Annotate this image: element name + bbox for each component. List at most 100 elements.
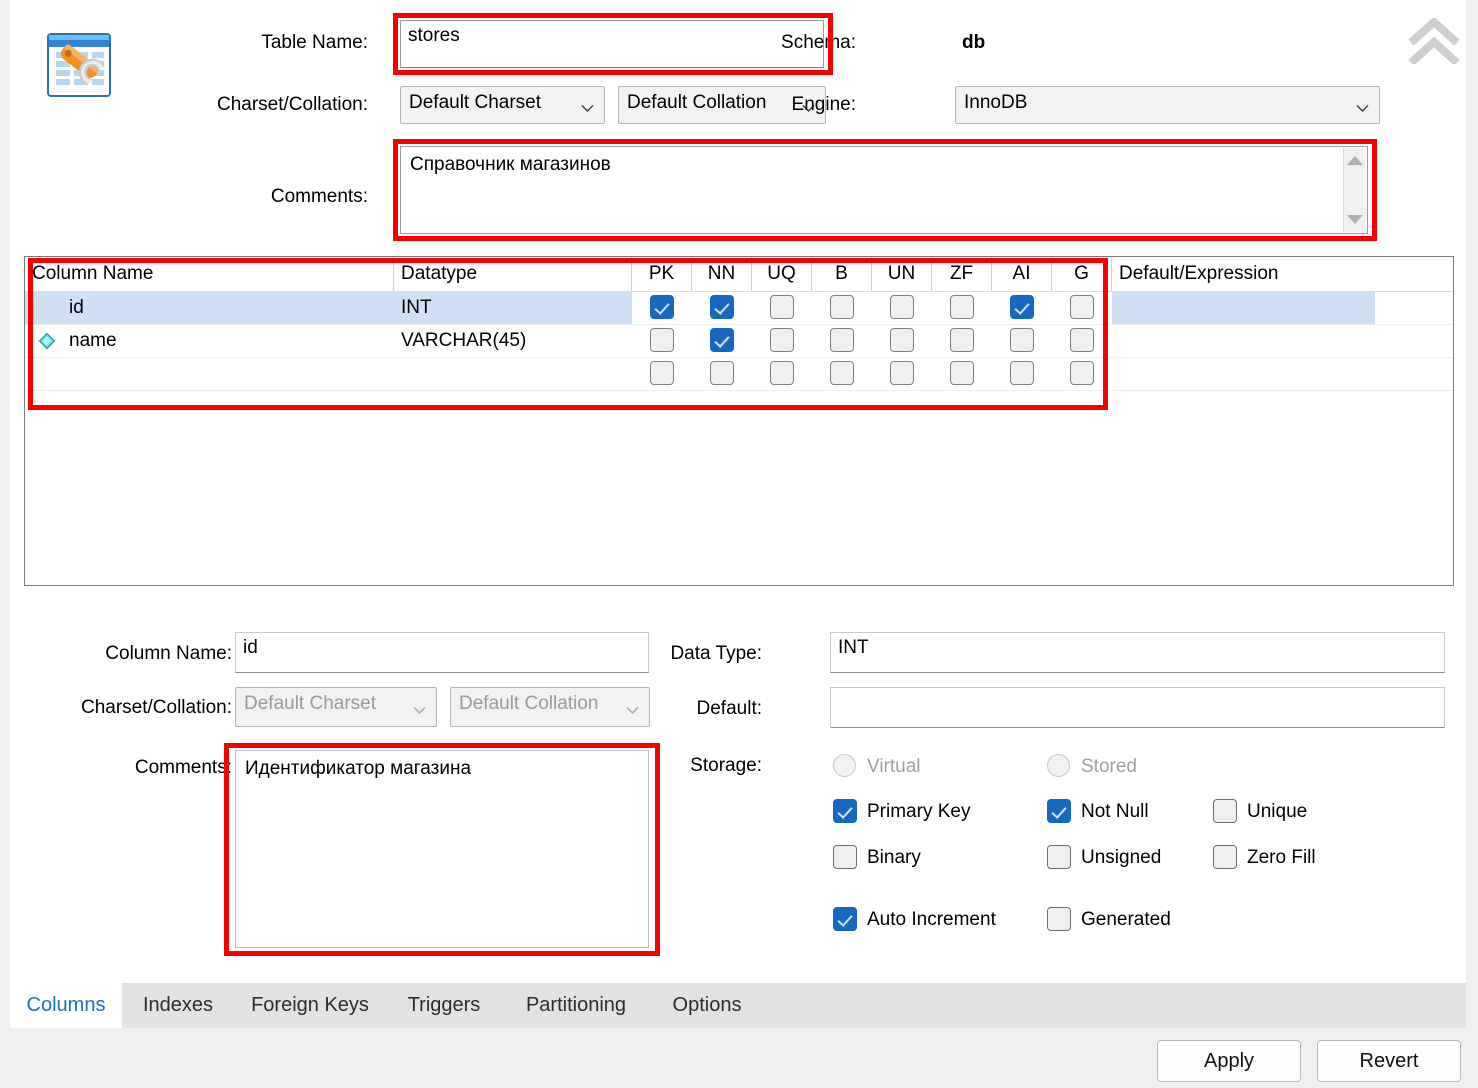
row-zf-checkbox[interactable] [950, 361, 974, 385]
grid-header-nn[interactable]: NN [692, 257, 752, 291]
grid-header-zf[interactable]: ZF [932, 257, 992, 291]
row-uq-checkbox[interactable] [770, 328, 794, 352]
row-g-checkbox[interactable] [1070, 361, 1094, 385]
row-ai-checkbox[interactable] [1010, 361, 1034, 385]
row-g-checkbox[interactable] [1070, 295, 1094, 319]
row-pk-cell[interactable] [632, 324, 692, 357]
row-nn-cell[interactable] [692, 291, 752, 324]
row-b-cell[interactable] [812, 357, 872, 390]
not-null-checkbox[interactable] [1047, 799, 1071, 823]
unsigned-checkbox[interactable] [1047, 845, 1071, 869]
auto-increment-checkbox[interactable] [833, 907, 857, 931]
grid-header-default-expression[interactable]: Default/Expression [1112, 257, 1453, 291]
table-comments-scrollbar[interactable] [1343, 148, 1366, 232]
row-un-cell[interactable] [872, 291, 932, 324]
tab-partitioning[interactable]: Partitioning [502, 983, 650, 1028]
row-g-cell[interactable] [1052, 324, 1112, 357]
row-default-expression[interactable] [1112, 291, 1375, 324]
storage-stored-radio[interactable] [1047, 754, 1070, 777]
row-uq-checkbox[interactable] [770, 361, 794, 385]
row-ai-cell[interactable] [992, 324, 1052, 357]
row-uq-checkbox[interactable] [770, 295, 794, 319]
tab-options[interactable]: Options [650, 983, 764, 1028]
detail-data-type-input[interactable]: INT [830, 632, 1445, 673]
row-default-expression[interactable] [1112, 357, 1375, 390]
table-row[interactable]: id INT [25, 291, 1453, 325]
grid-header-g[interactable]: G [1052, 257, 1112, 291]
grid-header-pk[interactable]: PK [632, 257, 692, 291]
row-ai-checkbox[interactable] [1010, 328, 1034, 352]
binary-checkbox[interactable] [833, 845, 857, 869]
row-ai-cell[interactable] [992, 291, 1052, 324]
row-uq-cell[interactable] [752, 357, 812, 390]
row-g-cell[interactable] [1052, 357, 1112, 390]
row-ai-cell[interactable] [992, 357, 1052, 390]
revert-button[interactable]: Revert [1317, 1040, 1461, 1082]
row-pk-cell[interactable] [632, 357, 692, 390]
row-datatype[interactable] [394, 357, 632, 390]
tab-triggers[interactable]: Triggers [386, 983, 502, 1028]
row-datatype[interactable]: INT [394, 291, 632, 324]
row-un-cell[interactable] [872, 324, 932, 357]
detail-column-name-input[interactable]: id [235, 632, 649, 673]
generated-checkbox[interactable] [1047, 907, 1071, 931]
row-datatype[interactable]: VARCHAR(45) [394, 324, 632, 357]
row-nn-checkbox[interactable] [710, 361, 734, 385]
row-un-cell[interactable] [872, 357, 932, 390]
scroll-down-arrow-icon[interactable] [1347, 215, 1363, 224]
zero-fill-checkbox[interactable] [1213, 845, 1237, 869]
row-b-cell[interactable] [812, 324, 872, 357]
charset-select[interactable]: Default Charset [400, 86, 605, 124]
table-comments-textarea[interactable]: Справочник магазинов [400, 146, 1368, 234]
double-chevron-up-icon[interactable] [1408, 16, 1460, 66]
engine-select[interactable]: InnoDB [955, 86, 1380, 124]
apply-button[interactable]: Apply [1157, 1040, 1301, 1082]
row-ai-checkbox[interactable] [1010, 295, 1034, 319]
row-column-name[interactable]: id [25, 291, 394, 324]
grid-header-datatype[interactable]: Datatype [394, 257, 632, 291]
grid-header-b[interactable]: B [812, 257, 872, 291]
tab-indexes[interactable]: Indexes [122, 983, 234, 1028]
grid-header-uq[interactable]: UQ [752, 257, 812, 291]
row-pk-cell[interactable] [632, 291, 692, 324]
detail-comments-textarea[interactable]: Идентификатор магазина [235, 750, 649, 948]
row-uq-cell[interactable] [752, 291, 812, 324]
row-uq-cell[interactable] [752, 324, 812, 357]
row-g-cell[interactable] [1052, 291, 1112, 324]
row-b-cell[interactable] [812, 291, 872, 324]
storage-virtual-radio[interactable] [833, 754, 856, 777]
table-row[interactable]: name VARCHAR(45) [25, 324, 1453, 358]
row-b-checkbox[interactable] [830, 328, 854, 352]
columns-grid[interactable]: Column Name Datatype PK NN UQ B UN ZF AI… [24, 256, 1454, 586]
row-column-name[interactable] [25, 357, 394, 390]
row-g-checkbox[interactable] [1070, 328, 1094, 352]
row-zf-cell[interactable] [932, 357, 992, 390]
row-zf-checkbox[interactable] [950, 328, 974, 352]
row-un-checkbox[interactable] [890, 328, 914, 352]
row-un-checkbox[interactable] [890, 295, 914, 319]
row-un-checkbox[interactable] [890, 361, 914, 385]
row-pk-checkbox[interactable] [650, 328, 674, 352]
scroll-up-arrow-icon[interactable] [1347, 156, 1363, 165]
primary-key-checkbox[interactable] [833, 799, 857, 823]
detail-default-input[interactable] [830, 687, 1445, 728]
row-b-checkbox[interactable] [830, 295, 854, 319]
row-nn-cell[interactable] [692, 357, 752, 390]
table-row[interactable] [25, 357, 1453, 391]
grid-header-ai[interactable]: AI [992, 257, 1052, 291]
row-nn-cell[interactable] [692, 324, 752, 357]
row-pk-checkbox[interactable] [650, 295, 674, 319]
row-zf-checkbox[interactable] [950, 295, 974, 319]
grid-header-un[interactable]: UN [872, 257, 932, 291]
row-default-expression[interactable] [1112, 324, 1375, 357]
unique-checkbox[interactable] [1213, 799, 1237, 823]
detail-charset-select[interactable]: Default Charset [235, 687, 437, 727]
row-b-checkbox[interactable] [830, 361, 854, 385]
row-zf-cell[interactable] [932, 291, 992, 324]
tab-foreign-keys[interactable]: Foreign Keys [234, 983, 386, 1028]
row-column-name[interactable]: name [25, 324, 394, 357]
row-pk-checkbox[interactable] [650, 361, 674, 385]
row-nn-checkbox[interactable] [710, 328, 734, 352]
row-zf-cell[interactable] [932, 324, 992, 357]
tab-columns[interactable]: Columns [10, 983, 122, 1028]
